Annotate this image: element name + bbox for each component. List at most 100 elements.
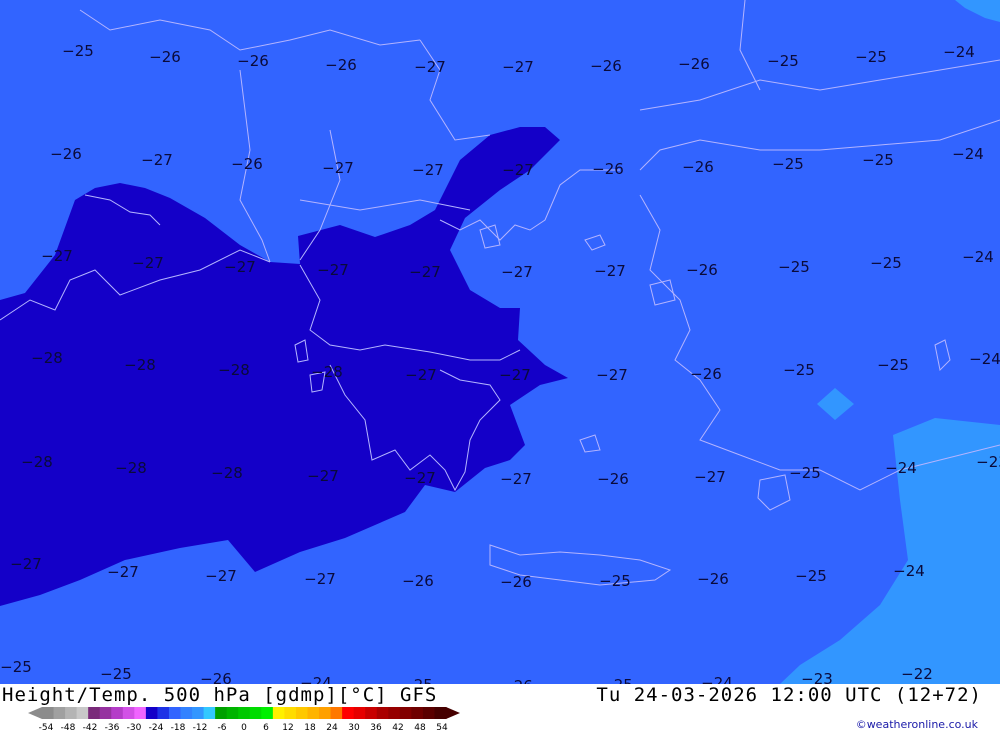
scale-tick-label: -24 — [149, 723, 164, 732]
scale-swatch — [365, 707, 378, 719]
isotherm-label: −26 — [682, 158, 714, 176]
scale-swatch — [111, 707, 124, 719]
isotherm-label: −24 — [893, 562, 925, 580]
isotherm-label: −23 — [801, 670, 833, 684]
isotherm-label: −25 — [783, 361, 815, 379]
isotherm-label: −26 — [402, 572, 434, 590]
isotherm-label: −25 — [100, 665, 132, 683]
isotherm-label: −25 — [401, 676, 433, 684]
scale-swatch — [422, 707, 435, 719]
isotherm-label: −25 — [62, 42, 94, 60]
credit-link[interactable]: ©weatheronline.co.uk — [856, 718, 978, 731]
scale-tick-label: 54 — [436, 723, 448, 732]
isotherm-label: −25 — [767, 52, 799, 70]
scale-swatch — [53, 707, 66, 719]
isotherm-label: −25 — [601, 676, 633, 684]
scale-swatch — [180, 707, 193, 719]
isotherm-label: −28 — [311, 363, 343, 381]
isotherm-label: −26 — [50, 145, 82, 163]
scale-swatch — [226, 707, 239, 719]
isotherm-label: −27 — [694, 468, 726, 486]
scale-swatch — [76, 707, 89, 719]
scale-swatch — [238, 707, 251, 719]
isotherm-label: −27 — [502, 161, 534, 179]
scale-tick-label: 36 — [370, 723, 382, 732]
isotherm-label: −24 — [952, 145, 984, 163]
scale-arrow-low — [28, 707, 42, 719]
scale-tick-label: 48 — [414, 723, 426, 732]
isotherm-label: −25 — [877, 356, 909, 374]
scale-arrow-high — [446, 707, 460, 719]
scale-swatch — [399, 707, 412, 719]
isotherm-label: −22 — [901, 665, 933, 683]
scale-swatch — [203, 707, 216, 719]
isotherm-label: −27 — [499, 366, 531, 384]
isotherm-label: −25 — [0, 658, 32, 676]
isotherm-label: −26 — [597, 470, 629, 488]
isotherm-label: −24 — [943, 43, 975, 61]
scale-tick-label: -42 — [83, 723, 98, 732]
scale-swatch — [134, 707, 147, 719]
isotherm-label: −27 — [405, 366, 437, 384]
isotherm-label: −27 — [414, 58, 446, 76]
scale-tick-label: 12 — [282, 723, 293, 732]
isotherm-label: −28 — [21, 453, 53, 471]
isotherm-label: −26 — [690, 365, 722, 383]
isotherm-label: −26 — [678, 55, 710, 73]
isotherm-label: −27 — [141, 151, 173, 169]
scale-swatch — [342, 707, 355, 719]
isotherm-label: −25 — [795, 567, 827, 585]
isotherm-label: −27 — [205, 567, 237, 585]
scale-tick-label: -48 — [61, 723, 76, 732]
scale-tick-label: -18 — [171, 723, 186, 732]
isotherm-label: −27 — [224, 258, 256, 276]
isotherm-label: −27 — [41, 247, 73, 265]
scale-swatch — [272, 707, 285, 719]
scale-swatch — [261, 707, 274, 719]
isotherm-label: −28 — [124, 356, 156, 374]
scale-tick-label: -6 — [218, 723, 227, 732]
isotherm-label: −26 — [149, 48, 181, 66]
isotherm-label: −27 — [412, 161, 444, 179]
scale-swatch — [215, 707, 228, 719]
scale-swatch — [192, 707, 205, 719]
isotherm-label: −26 — [237, 52, 269, 70]
isotherm-label: −26 — [592, 160, 624, 178]
scale-swatch — [330, 707, 343, 719]
isotherm-label: −26 — [231, 155, 263, 173]
scale-swatch — [157, 707, 170, 719]
isotherm-label: −27 — [10, 555, 42, 573]
isotherm-label: −27 — [594, 262, 626, 280]
isotherm-label: −27 — [307, 467, 339, 485]
footer-bar: Height/Temp. 500 hPa [gdmp][°C] GFS Tu 2… — [0, 684, 1000, 733]
isotherm-label: −25 — [772, 155, 804, 173]
scale-swatch — [122, 707, 135, 719]
map-datetime: Tu 24-03-2026 12:00 UTC (12+72) — [596, 684, 982, 706]
isotherm-label: −26 — [501, 677, 533, 684]
scale-tick-label: 24 — [326, 723, 338, 732]
scale-tick-label: -54 — [39, 723, 54, 732]
scale-swatch — [307, 707, 320, 719]
isotherm-label: −27 — [500, 470, 532, 488]
isotherm-label: −23 — [976, 453, 1000, 471]
isotherm-label: −25 — [870, 254, 902, 272]
isotherm-label: −28 — [218, 361, 250, 379]
isotherm-label: −27 — [409, 263, 441, 281]
scale-swatch — [434, 707, 447, 719]
isotherm-label: −24 — [701, 674, 733, 684]
isotherm-label: −25 — [599, 572, 631, 590]
isotherm-label: −28 — [31, 349, 63, 367]
isotherm-label: −24 — [969, 350, 1000, 368]
scale-tick-label: 18 — [304, 723, 316, 732]
scale-swatch — [99, 707, 112, 719]
isotherm-label: −26 — [686, 261, 718, 279]
isotherm-label: −27 — [502, 58, 534, 76]
scale-swatch — [168, 707, 182, 719]
scale-swatch — [295, 707, 308, 719]
isotherm-label: −25 — [855, 48, 887, 66]
isotherm-label: −25 — [789, 464, 821, 482]
isotherm-label: −24 — [962, 248, 994, 266]
weather-map: −25 −26 −26 −26 −27 −27 −26 −26 −25 −25 −24 −26 −27 −… — [0, 0, 1000, 684]
color-scale: -54 -48 -42 -36 -30 -24 -18 -12 -6 0 6 12 18 24 30 36 42… — [28, 707, 460, 732]
isotherm-label: −27 — [304, 570, 336, 588]
